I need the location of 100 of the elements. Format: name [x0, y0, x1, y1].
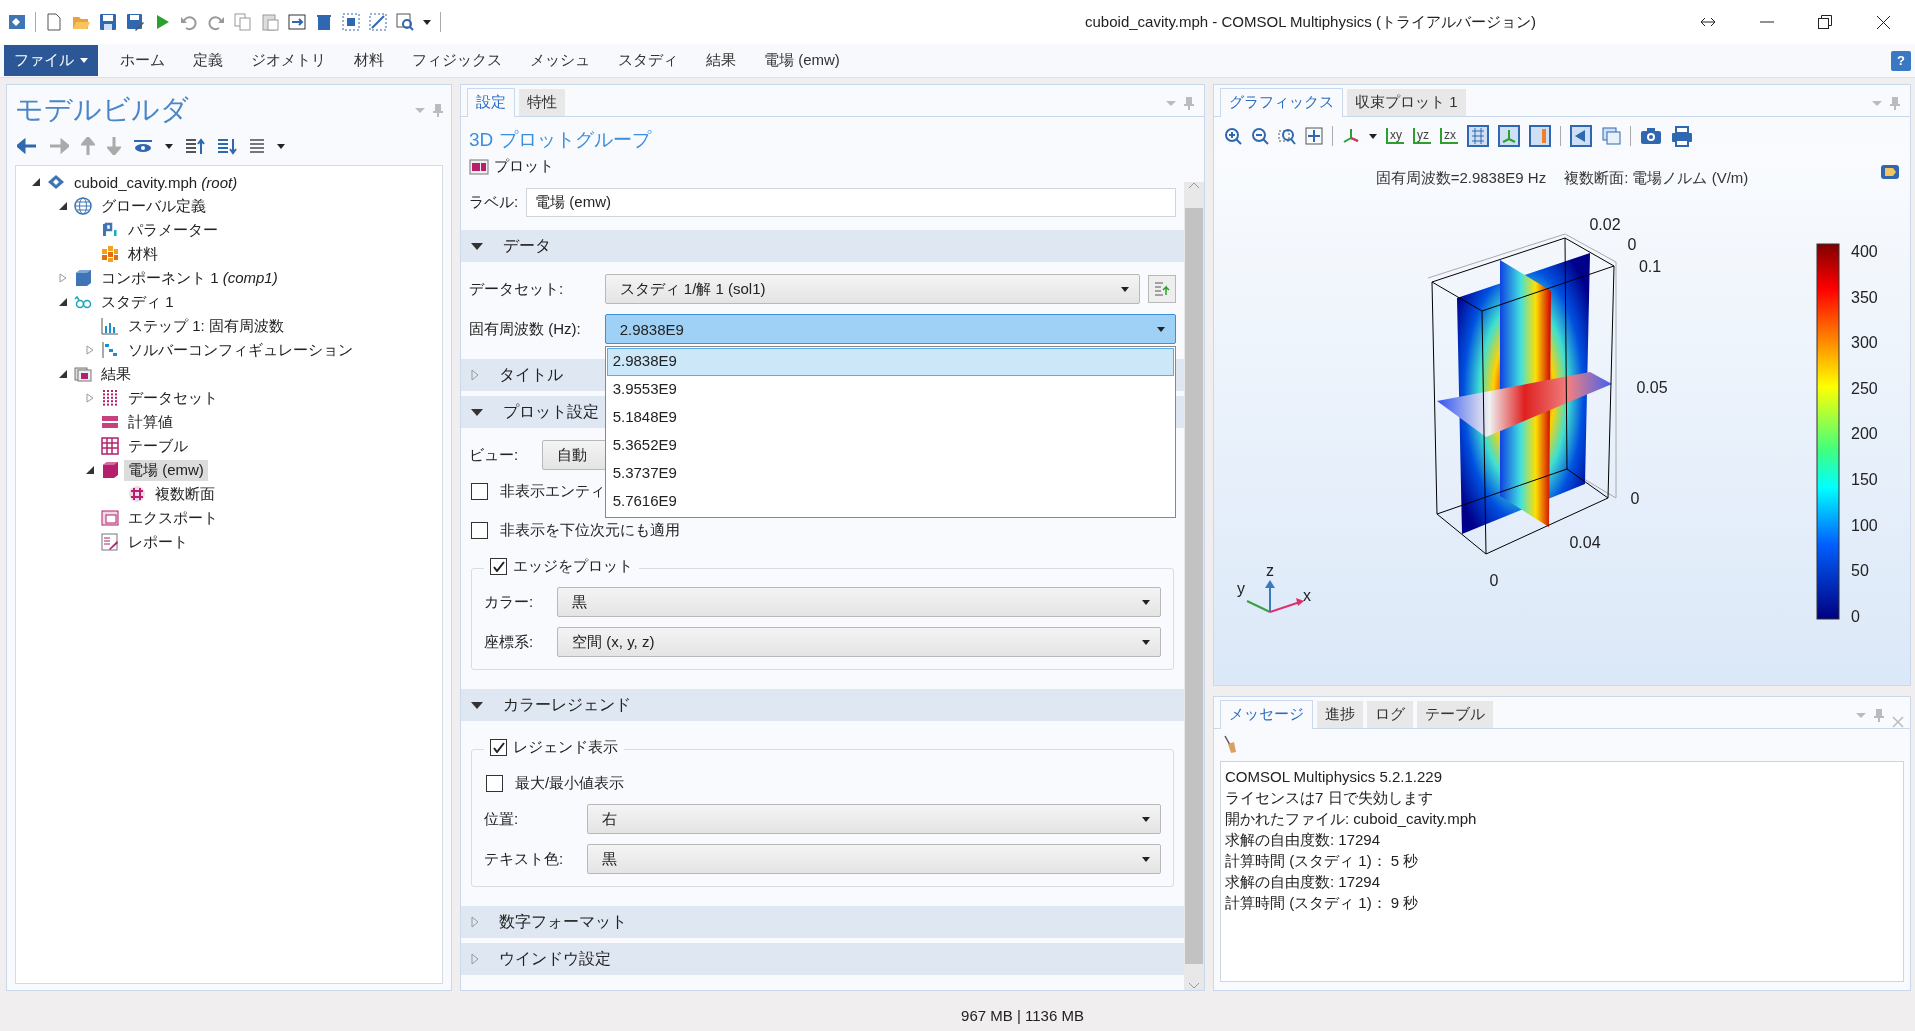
caret-icon[interactable] [1369, 133, 1377, 139]
expanded-triangle-icon[interactable] [58, 369, 68, 379]
view-button[interactable]: zx [1440, 128, 1458, 144]
zoom-window-icon[interactable] [396, 13, 414, 31]
tree-item[interactable]: スタディ 1 [97, 291, 178, 313]
ribbon-tab[interactable]: スタディ [604, 45, 692, 76]
label-input[interactable]: 電場 (emw) [526, 188, 1176, 217]
caret-icon[interactable] [1142, 639, 1150, 645]
new-file-icon[interactable] [45, 13, 63, 31]
duplicate-icon[interactable] [288, 13, 306, 31]
lighting-icon[interactable] [1570, 125, 1592, 147]
tree-item[interactable]: 電場 (emw) [124, 459, 208, 481]
view-button[interactable]: yz [1413, 128, 1431, 144]
colorbar-toggle-icon[interactable] [1529, 125, 1551, 147]
tree-item[interactable]: データセット [124, 387, 222, 409]
select-box-icon[interactable] [342, 13, 360, 31]
undo-icon[interactable] [180, 13, 198, 31]
ribbon-tab[interactable]: フィジックス [398, 45, 516, 76]
close-icon[interactable] [1876, 14, 1891, 30]
tree-item[interactable]: 計算値 [124, 411, 177, 433]
delete-icon[interactable] [315, 13, 333, 31]
back-arrow-icon[interactable] [17, 138, 37, 154]
axes-icon[interactable] [1342, 127, 1360, 145]
ribbon-tab[interactable]: ホーム [106, 45, 179, 76]
broom-icon[interactable] [1222, 735, 1238, 755]
view-button[interactable]: xy [1386, 128, 1404, 144]
save-icon[interactable] [99, 13, 117, 31]
caret-icon[interactable] [423, 19, 431, 25]
tree-item[interactable]: テーブル [124, 435, 192, 457]
panel-tab[interactable]: メッセージ [1220, 700, 1313, 729]
expanded-triangle-icon[interactable] [85, 465, 95, 475]
ribbon-tab[interactable]: 定義 [179, 45, 237, 76]
caret-icon[interactable] [1142, 856, 1150, 862]
tree-item[interactable]: 複数断面 [151, 483, 219, 505]
move-down-list-icon[interactable] [217, 137, 237, 155]
checkbox[interactable] [471, 483, 488, 500]
list-arrow-icon[interactable] [1153, 281, 1171, 297]
section-header[interactable]: データ [461, 230, 1184, 262]
zoom-in-icon[interactable] [1224, 127, 1242, 145]
checkbox[interactable] [490, 558, 507, 575]
panel-tab[interactable]: 進捗 [1317, 701, 1363, 728]
tree-item[interactable]: エクスポート [124, 507, 222, 529]
caret-icon[interactable] [80, 58, 88, 63]
restore-icon[interactable] [1818, 15, 1832, 29]
caret-icon[interactable] [1157, 326, 1165, 332]
dropdown-option[interactable]: 5.7616E9 [606, 488, 1174, 516]
panel-tab[interactable]: 特性 [519, 89, 565, 116]
dropdown[interactable]: 右 [587, 804, 1161, 834]
expanded-triangle-icon[interactable] [471, 408, 483, 416]
caret-icon[interactable] [1121, 286, 1129, 292]
zoom-out-icon[interactable] [1251, 127, 1269, 145]
transparency-icon[interactable] [1601, 126, 1621, 146]
caret-icon[interactable] [165, 143, 173, 149]
zoom-box-icon[interactable] [1278, 127, 1296, 145]
eye-icon[interactable] [133, 139, 153, 153]
checkbox[interactable] [490, 739, 507, 756]
help-button[interactable]: ? [1891, 50, 1911, 71]
ribbon-tab[interactable]: 結果 [692, 45, 750, 76]
checkbox[interactable] [486, 774, 503, 792]
app-icon[interactable] [8, 13, 26, 31]
ribbon-tab[interactable]: 電場 (emw) [750, 45, 854, 76]
scene-light-icon[interactable] [1880, 163, 1900, 181]
redo-icon[interactable] [207, 13, 225, 31]
tree-item[interactable]: 結果 [97, 363, 135, 385]
axis-orientation-icon[interactable] [1498, 125, 1520, 147]
camera-icon[interactable] [1640, 126, 1662, 146]
dropdown-option[interactable]: 3.9553E9 [606, 376, 1174, 404]
ribbon-tab[interactable]: 材料 [340, 45, 398, 76]
plot-button[interactable]: プロット [461, 153, 562, 182]
section-header[interactable]: ウインドウ設定 [461, 943, 1184, 975]
expanded-triangle-icon[interactable] [31, 177, 41, 187]
section-header[interactable]: 数字フォーマット [461, 906, 1184, 938]
tree-item[interactable]: グローバル定義 [97, 195, 210, 217]
resize-arrows-icon[interactable] [1700, 17, 1716, 27]
ribbon-tab[interactable]: ジオメトリ [237, 45, 340, 76]
expanded-triangle-icon[interactable] [58, 201, 68, 211]
tree-item[interactable]: コンポーネント 1 (comp1) [97, 267, 282, 289]
caret-icon[interactable] [277, 143, 285, 149]
dropdown[interactable]: スタディ 1/解 1 (sol1) [604, 274, 1140, 304]
tree-item[interactable]: 材料 [124, 243, 162, 265]
expanded-triangle-icon[interactable] [58, 297, 68, 307]
panel-tab[interactable]: グラフィックス [1220, 88, 1343, 117]
tree-item[interactable]: ステップ 1: 固有周波数 [124, 315, 288, 337]
print-icon[interactable] [1671, 125, 1693, 147]
dropdown[interactable]: 2.9838E9 [604, 314, 1176, 344]
tree-item[interactable]: ソルバーコンフィギュレーション [124, 339, 357, 361]
dropdown[interactable]: 空間 (x, y, z) [557, 627, 1161, 657]
section-header[interactable]: カラーレジェンド [461, 689, 1184, 721]
panel-tab[interactable]: ログ [1367, 701, 1413, 728]
dropdown-option[interactable]: 5.1848E9 [606, 404, 1174, 432]
dropdown[interactable]: 黒 [587, 844, 1161, 874]
dropdown-option[interactable]: 2.9838E9 [606, 348, 1174, 376]
caret-icon[interactable] [1142, 599, 1150, 605]
panel-tab[interactable]: 収束プロット 1 [1347, 89, 1466, 116]
ribbon-tab[interactable]: メッシュ [516, 45, 604, 76]
expanded-triangle-icon[interactable] [471, 242, 483, 250]
panel-tab[interactable]: 設定 [467, 88, 515, 117]
deselect-box-icon[interactable] [369, 13, 387, 31]
list-icon[interactable] [249, 138, 265, 154]
move-up-list-icon[interactable] [185, 137, 205, 155]
